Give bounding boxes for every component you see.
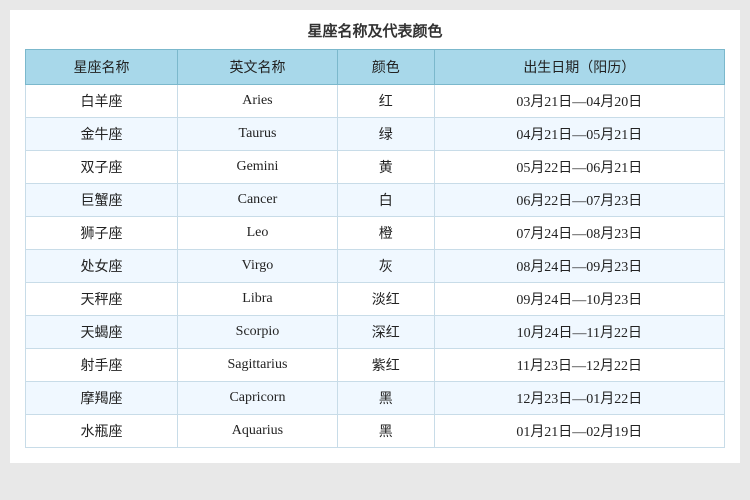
table-header: 星座名称 英文名称 颜色 出生日期（阳历） (26, 50, 725, 85)
cell-english-name: Capricorn (178, 382, 338, 415)
table-row: 处女座Virgo灰08月24日—09月23日 (26, 250, 725, 283)
cell-chinese-name: 射手座 (26, 349, 178, 382)
header-english-name: 英文名称 (178, 50, 338, 85)
cell-color: 黑 (337, 382, 434, 415)
cell-color: 深红 (337, 316, 434, 349)
table-row: 射手座Sagittarius紫红11月23日—12月22日 (26, 349, 725, 382)
cell-color: 紫红 (337, 349, 434, 382)
zodiac-table: 星座名称 英文名称 颜色 出生日期（阳历） 白羊座Aries红03月21日—04… (25, 49, 725, 448)
cell-color: 红 (337, 85, 434, 118)
cell-english-name: Leo (178, 217, 338, 250)
cell-dates: 09月24日—10月23日 (434, 283, 724, 316)
page-title: 星座名称及代表颜色 (25, 20, 725, 41)
cell-chinese-name: 双子座 (26, 151, 178, 184)
cell-dates: 10月24日—11月22日 (434, 316, 724, 349)
cell-dates: 04月21日—05月21日 (434, 118, 724, 151)
table-row: 摩羯座Capricorn黑12月23日—01月22日 (26, 382, 725, 415)
table-row: 金牛座Taurus绿04月21日—05月21日 (26, 118, 725, 151)
cell-chinese-name: 水瓶座 (26, 415, 178, 448)
cell-color: 黄 (337, 151, 434, 184)
cell-chinese-name: 白羊座 (26, 85, 178, 118)
table-row: 水瓶座Aquarius黑01月21日—02月19日 (26, 415, 725, 448)
cell-chinese-name: 摩羯座 (26, 382, 178, 415)
cell-color: 白 (337, 184, 434, 217)
cell-dates: 11月23日—12月22日 (434, 349, 724, 382)
header-row: 星座名称 英文名称 颜色 出生日期（阳历） (26, 50, 725, 85)
cell-dates: 06月22日—07月23日 (434, 184, 724, 217)
cell-english-name: Aquarius (178, 415, 338, 448)
table-body: 白羊座Aries红03月21日—04月20日金牛座Taurus绿04月21日—0… (26, 85, 725, 448)
cell-english-name: Sagittarius (178, 349, 338, 382)
cell-color: 绿 (337, 118, 434, 151)
cell-dates: 05月22日—06月21日 (434, 151, 724, 184)
cell-english-name: Aries (178, 85, 338, 118)
cell-color: 淡红 (337, 283, 434, 316)
header-dates: 出生日期（阳历） (434, 50, 724, 85)
cell-english-name: Scorpio (178, 316, 338, 349)
table-row: 天蝎座Scorpio深红10月24日—11月22日 (26, 316, 725, 349)
cell-chinese-name: 金牛座 (26, 118, 178, 151)
cell-dates: 07月24日—08月23日 (434, 217, 724, 250)
table-row: 双子座Gemini黄05月22日—06月21日 (26, 151, 725, 184)
cell-dates: 03月21日—04月20日 (434, 85, 724, 118)
cell-english-name: Virgo (178, 250, 338, 283)
cell-english-name: Taurus (178, 118, 338, 151)
header-color: 颜色 (337, 50, 434, 85)
cell-chinese-name: 巨蟹座 (26, 184, 178, 217)
page-container: 星座名称及代表颜色 星座名称 英文名称 颜色 出生日期（阳历） 白羊座Aries… (10, 10, 740, 463)
cell-english-name: Libra (178, 283, 338, 316)
cell-chinese-name: 处女座 (26, 250, 178, 283)
cell-color: 黑 (337, 415, 434, 448)
cell-dates: 08月24日—09月23日 (434, 250, 724, 283)
cell-chinese-name: 狮子座 (26, 217, 178, 250)
cell-dates: 01月21日—02月19日 (434, 415, 724, 448)
cell-color: 灰 (337, 250, 434, 283)
cell-chinese-name: 天蝎座 (26, 316, 178, 349)
table-row: 巨蟹座Cancer白06月22日—07月23日 (26, 184, 725, 217)
cell-color: 橙 (337, 217, 434, 250)
cell-english-name: Gemini (178, 151, 338, 184)
cell-chinese-name: 天秤座 (26, 283, 178, 316)
header-chinese-name: 星座名称 (26, 50, 178, 85)
cell-dates: 12月23日—01月22日 (434, 382, 724, 415)
table-row: 白羊座Aries红03月21日—04月20日 (26, 85, 725, 118)
table-row: 狮子座Leo橙07月24日—08月23日 (26, 217, 725, 250)
table-row: 天秤座Libra淡红09月24日—10月23日 (26, 283, 725, 316)
cell-english-name: Cancer (178, 184, 338, 217)
